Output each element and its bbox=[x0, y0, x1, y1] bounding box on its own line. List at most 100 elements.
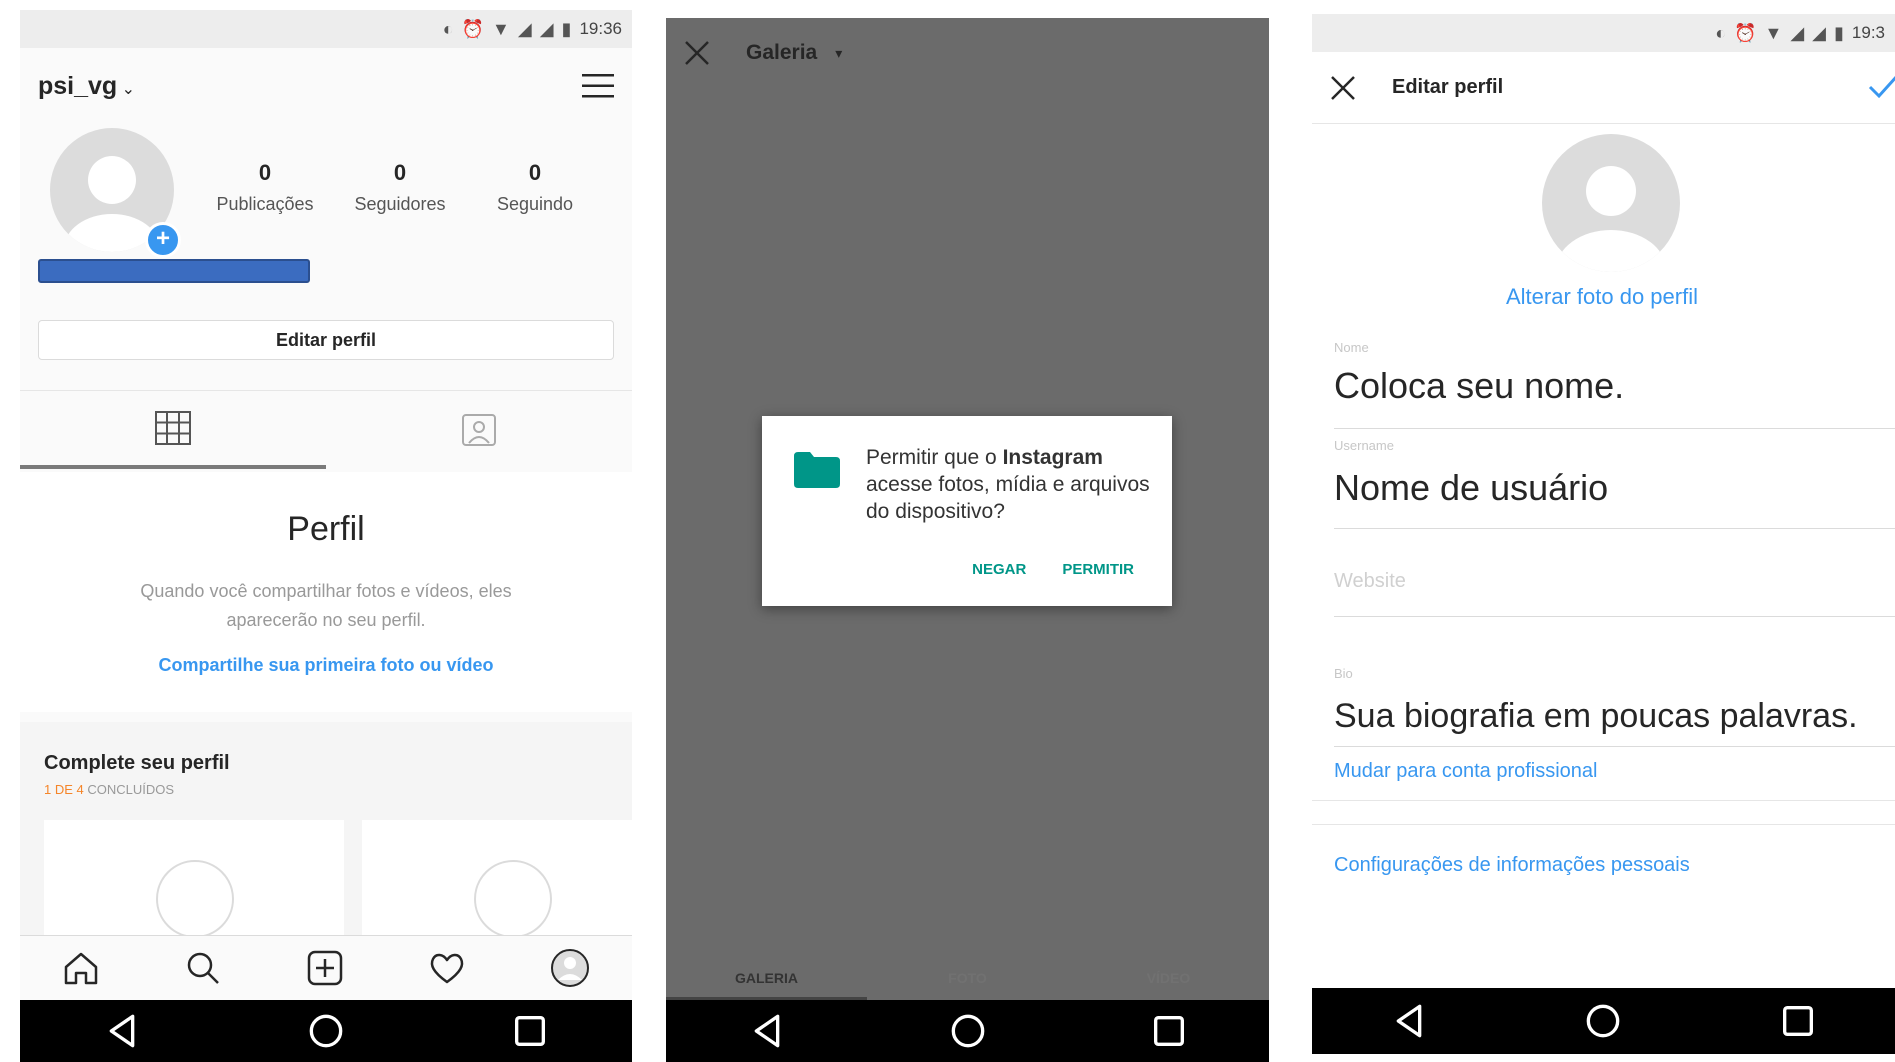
name-field[interactable]: Nome Coloca seu nome. bbox=[1334, 340, 1895, 429]
empty-profile: Perfil Quando você compartilhar fotos e … bbox=[20, 472, 632, 712]
back-icon[interactable] bbox=[747, 1011, 787, 1051]
checkmark-icon[interactable] bbox=[1867, 70, 1895, 102]
folder-icon bbox=[794, 452, 840, 488]
account-switcher[interactable]: psi_vg ⌄ bbox=[38, 72, 135, 101]
stat-followers[interactable]: 0 Seguidores bbox=[335, 160, 465, 215]
stat-following[interactable]: 0 Seguindo bbox=[470, 160, 600, 215]
recents-icon[interactable] bbox=[1778, 1001, 1818, 1041]
home-circle-icon[interactable] bbox=[1583, 1001, 1623, 1041]
stat-value: 0 bbox=[258, 160, 272, 185]
search-icon[interactable] bbox=[184, 950, 222, 986]
username-field[interactable]: Username Nome de usuário bbox=[1334, 438, 1895, 529]
profile-tab-icon[interactable] bbox=[550, 948, 590, 988]
switch-professional-link[interactable]: Mudar para conta profissional bbox=[1334, 760, 1597, 783]
edit-profile-header: Editar perfil bbox=[1312, 52, 1895, 124]
stat-label: Seguidores bbox=[354, 194, 446, 214]
alarm-icon: ⏰ bbox=[1734, 22, 1757, 43]
personal-info-link[interactable]: Configurações de informações pessoais bbox=[1334, 854, 1690, 877]
share-first-photo-link[interactable]: Compartilhe sua primeira foto ou vídeo bbox=[20, 655, 632, 676]
bio-field[interactable]: Bio Sua biografia em poucas palavras. bbox=[1334, 666, 1895, 747]
edit-profile-screen: ◐ ⏰ ▼ ◢ ◢ ▮ 19:3 Editar perfil Alterar f… bbox=[1312, 14, 1895, 1062]
username: psi_vg bbox=[38, 71, 118, 100]
permission-text-2: acesse fotos, mídia e arquivos do dispos… bbox=[866, 473, 1150, 523]
android-nav-bar bbox=[666, 1000, 1269, 1062]
stat-value: 0 bbox=[393, 160, 407, 185]
permission-text-1: Permitir que o bbox=[866, 446, 1003, 469]
gallery-title[interactable]: Galeria bbox=[746, 41, 817, 65]
back-icon[interactable] bbox=[102, 1011, 142, 1051]
empty-description: Quando você compartilhar fotos e vídeos,… bbox=[140, 581, 512, 630]
avatar[interactable] bbox=[1542, 134, 1680, 272]
progress-suffix: CONCLUÍDOS bbox=[87, 782, 175, 797]
close-icon[interactable] bbox=[1330, 75, 1356, 101]
add-post-icon[interactable] bbox=[306, 950, 344, 986]
close-icon[interactable] bbox=[684, 40, 710, 66]
status-time: 19:36 bbox=[579, 19, 622, 38]
username-label: Username bbox=[1334, 438, 1394, 453]
permission-dialog: Permitir que o Instagram acesse fotos, m… bbox=[762, 416, 1172, 606]
profile-header: psi_vg ⌄ bbox=[38, 62, 614, 110]
heart-icon[interactable] bbox=[428, 950, 466, 986]
recents-icon[interactable] bbox=[1149, 1011, 1189, 1051]
battery-icon: ▮ bbox=[561, 18, 572, 39]
add-photo-icon[interactable]: + bbox=[145, 222, 181, 258]
tab-tagged[interactable] bbox=[326, 391, 632, 469]
complete-title: Complete seu perfil bbox=[44, 752, 230, 774]
permission-app-name: Instagram bbox=[1002, 446, 1103, 469]
empty-title: Perfil bbox=[287, 510, 365, 548]
signal-icon-2: ◢ bbox=[539, 18, 554, 39]
name-value: Coloca seu nome. bbox=[1334, 365, 1625, 406]
gallery-screen: Galeria ▾ Permitir que o Instagram acess… bbox=[666, 18, 1269, 1062]
complete-progress: 1 DE 4 CONCLUÍDOS bbox=[44, 782, 174, 797]
profile-stats: 0 Publicações 0 Seguidores 0 Seguindo bbox=[200, 160, 600, 215]
back-icon[interactable] bbox=[1389, 1001, 1429, 1041]
android-nav-bar bbox=[20, 1000, 632, 1062]
website-placeholder: Website bbox=[1334, 570, 1406, 592]
home-icon[interactable] bbox=[62, 950, 100, 986]
deny-button[interactable]: NEGAR bbox=[972, 561, 1026, 578]
wifi-icon: ▼ bbox=[492, 18, 510, 39]
home-circle-icon[interactable] bbox=[306, 1011, 346, 1051]
tab-video[interactable]: VÍDEO bbox=[1068, 956, 1269, 1000]
profile-tabs bbox=[20, 390, 632, 469]
website-field[interactable]: Website bbox=[1334, 570, 1895, 617]
home-circle-icon[interactable] bbox=[948, 1011, 988, 1051]
permission-message: Permitir que o Instagram acesse fotos, m… bbox=[866, 444, 1156, 525]
signal-icon: ◢ bbox=[1790, 22, 1805, 43]
change-photo-link[interactable]: Alterar foto do perfil bbox=[1312, 284, 1892, 310]
redacted-name-bar bbox=[38, 259, 310, 283]
recents-icon[interactable] bbox=[510, 1011, 550, 1051]
gallery-tabs: GALERIA FOTO VÍDEO bbox=[666, 956, 1269, 1000]
edit-profile-button[interactable]: Editar perfil bbox=[38, 320, 614, 360]
tab-gallery[interactable]: GALERIA bbox=[666, 956, 867, 1000]
tab-grid[interactable] bbox=[20, 391, 326, 469]
wifi-icon: ▼ bbox=[1764, 22, 1783, 43]
bottom-tab-bar bbox=[20, 935, 632, 1000]
divider bbox=[1312, 800, 1895, 801]
stat-label: Seguindo bbox=[496, 194, 574, 214]
edit-profile-title: Editar perfil bbox=[1392, 76, 1504, 98]
profile-photo-icon bbox=[156, 860, 234, 938]
caret-down-icon[interactable]: ▾ bbox=[835, 45, 842, 62]
gallery-header: Galeria ▾ bbox=[666, 18, 1269, 88]
android-nav-bar bbox=[1312, 988, 1895, 1054]
complete-card-bio[interactable] bbox=[362, 820, 632, 940]
stat-posts[interactable]: 0 Publicações bbox=[200, 160, 330, 215]
tab-photo[interactable]: FOTO bbox=[867, 956, 1068, 1000]
grid-icon bbox=[155, 411, 191, 445]
chevron-down-icon: ⌄ bbox=[121, 80, 136, 98]
stat-label: Publicações bbox=[216, 194, 314, 214]
divider bbox=[1312, 824, 1895, 825]
dialog-actions: NEGAR PERMITIR bbox=[972, 561, 1134, 578]
tagged-photos-icon bbox=[462, 414, 496, 446]
battery-icon: ▮ bbox=[1834, 22, 1844, 43]
profile-screen: ◐ ⏰ ▼ ◢ ◢ ▮ 19:36 psi_vg ⌄ + 0 Publicaçõ… bbox=[20, 10, 632, 1062]
bio-label: Bio bbox=[1334, 666, 1353, 681]
menu-icon[interactable] bbox=[582, 73, 614, 99]
signal-icon: ◢ bbox=[517, 18, 532, 39]
progress-count: 1 DE 4 bbox=[44, 782, 84, 797]
alarm-icon: ⏰ bbox=[461, 18, 485, 39]
complete-card-photo[interactable] bbox=[44, 820, 344, 940]
sync-icon: ◐ bbox=[442, 18, 454, 39]
allow-button[interactable]: PERMITIR bbox=[1062, 561, 1134, 578]
